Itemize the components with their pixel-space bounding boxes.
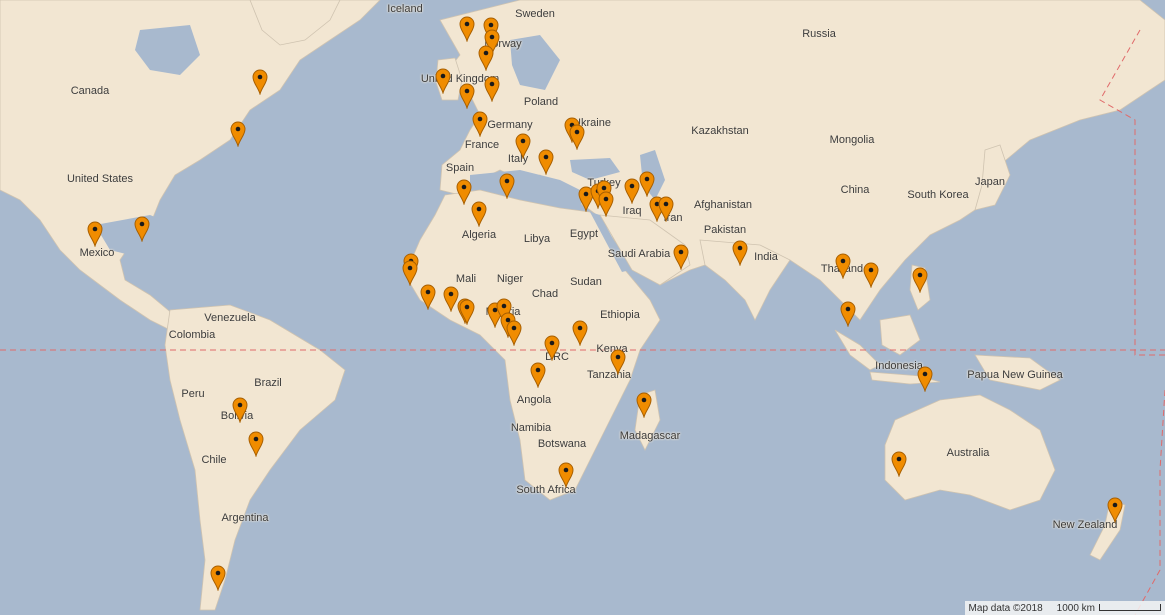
country-label: Chad bbox=[531, 288, 559, 300]
location-marker-icon[interactable] bbox=[639, 171, 655, 197]
location-marker-icon[interactable] bbox=[87, 221, 103, 247]
country-label: Niger bbox=[496, 273, 524, 285]
country-label: Libya bbox=[523, 233, 551, 245]
country-label: Russia bbox=[802, 28, 836, 40]
borneo bbox=[879, 314, 921, 356]
location-marker-icon[interactable] bbox=[456, 179, 472, 205]
country-label: China bbox=[840, 184, 870, 196]
location-marker-icon[interactable] bbox=[572, 320, 588, 346]
location-marker-icon[interactable] bbox=[624, 178, 640, 204]
country-label: Algeria bbox=[461, 229, 497, 241]
location-marker-icon[interactable] bbox=[636, 392, 652, 418]
south-america bbox=[164, 304, 346, 611]
country-label: Sweden bbox=[515, 8, 555, 20]
location-marker-icon[interactable] bbox=[471, 201, 487, 227]
country-label: Poland bbox=[523, 96, 559, 108]
location-marker-icon[interactable] bbox=[530, 362, 546, 388]
location-marker-icon[interactable] bbox=[835, 253, 851, 279]
country-label: Afghanistan bbox=[693, 199, 753, 211]
country-label: Namibia bbox=[510, 422, 552, 434]
country-label: Kazakhstan bbox=[691, 125, 749, 137]
location-marker-icon[interactable] bbox=[472, 111, 488, 137]
location-marker-icon[interactable] bbox=[248, 431, 264, 457]
location-marker-icon[interactable] bbox=[863, 262, 879, 288]
country-label: Argentina bbox=[221, 512, 269, 524]
country-label: India bbox=[754, 251, 778, 263]
location-marker-icon[interactable] bbox=[732, 240, 748, 266]
location-marker-icon[interactable] bbox=[210, 565, 226, 591]
location-marker-icon[interactable] bbox=[673, 244, 689, 270]
location-marker-icon[interactable] bbox=[558, 462, 574, 488]
country-label: Chile bbox=[201, 454, 227, 466]
country-label: Venezuela bbox=[204, 312, 256, 324]
date-line-south bbox=[1134, 389, 1165, 615]
location-marker-icon[interactable] bbox=[840, 301, 856, 327]
location-marker-icon[interactable] bbox=[610, 349, 626, 375]
location-marker-icon[interactable] bbox=[252, 69, 268, 95]
scale-text: 1000 km bbox=[1057, 603, 1161, 614]
location-marker-icon[interactable] bbox=[134, 216, 150, 242]
country-label: Angola bbox=[516, 394, 552, 406]
country-label: Botswana bbox=[537, 438, 587, 450]
location-marker-icon[interactable] bbox=[598, 191, 614, 217]
location-marker-icon[interactable] bbox=[515, 133, 531, 159]
country-label: Iceland bbox=[387, 3, 423, 15]
country-label: Ethiopia bbox=[600, 309, 640, 321]
location-marker-icon[interactable] bbox=[538, 149, 554, 175]
location-marker-icon[interactable] bbox=[917, 366, 933, 392]
country-label: South Korea bbox=[907, 189, 969, 201]
country-label: Egypt bbox=[569, 228, 599, 240]
location-marker-icon[interactable] bbox=[230, 121, 246, 147]
location-marker-icon[interactable] bbox=[544, 335, 560, 361]
location-marker-icon[interactable] bbox=[891, 451, 907, 477]
country-label: Colombia bbox=[168, 329, 216, 341]
country-label: Mali bbox=[455, 273, 477, 285]
world-map[interactable]: Iceland Sweden Russia Norway Canada United Ki… bbox=[0, 0, 1165, 615]
location-marker-icon[interactable] bbox=[459, 299, 475, 325]
land-layer bbox=[0, 0, 1165, 615]
country-label: Canada bbox=[70, 85, 110, 97]
country-label: Pakistan bbox=[703, 224, 747, 236]
location-marker-icon[interactable] bbox=[1107, 497, 1123, 523]
location-marker-icon[interactable] bbox=[420, 284, 436, 310]
country-label: Australia bbox=[946, 447, 990, 459]
location-marker-icon[interactable] bbox=[435, 68, 451, 94]
country-label: Indonesia bbox=[875, 360, 923, 372]
location-marker-icon[interactable] bbox=[658, 196, 674, 222]
country-label: Mongolia bbox=[829, 134, 875, 146]
country-label: Brazil bbox=[254, 377, 282, 389]
location-marker-icon[interactable] bbox=[459, 83, 475, 109]
location-marker-icon[interactable] bbox=[478, 45, 494, 71]
country-label: Papua New Guinea bbox=[967, 369, 1063, 381]
country-label: Sudan bbox=[570, 276, 602, 288]
map-data-text: Map data ©2018 bbox=[968, 602, 1043, 614]
country-label: France bbox=[464, 139, 500, 151]
map-attribution: Map data ©2018 1000 km bbox=[964, 601, 1165, 615]
location-marker-icon[interactable] bbox=[459, 16, 475, 42]
location-marker-icon[interactable] bbox=[499, 173, 515, 199]
country-label: Iraq bbox=[622, 205, 642, 217]
country-label: Madagascar bbox=[619, 430, 681, 442]
country-label: Saudi Arabia bbox=[607, 248, 671, 260]
country-label: United States bbox=[66, 173, 134, 185]
country-label: Peru bbox=[181, 388, 205, 400]
scale-bar bbox=[1099, 603, 1161, 611]
location-marker-icon[interactable] bbox=[569, 124, 585, 150]
country-label: Japan bbox=[975, 176, 1005, 188]
location-marker-icon[interactable] bbox=[484, 76, 500, 102]
location-marker-icon[interactable] bbox=[912, 267, 928, 293]
country-label: Mexico bbox=[79, 247, 115, 259]
country-label: Germany bbox=[487, 119, 533, 131]
location-marker-icon[interactable] bbox=[232, 397, 248, 423]
country-label: Spain bbox=[445, 162, 475, 174]
location-marker-icon[interactable] bbox=[506, 320, 522, 346]
location-marker-icon[interactable] bbox=[402, 260, 418, 286]
